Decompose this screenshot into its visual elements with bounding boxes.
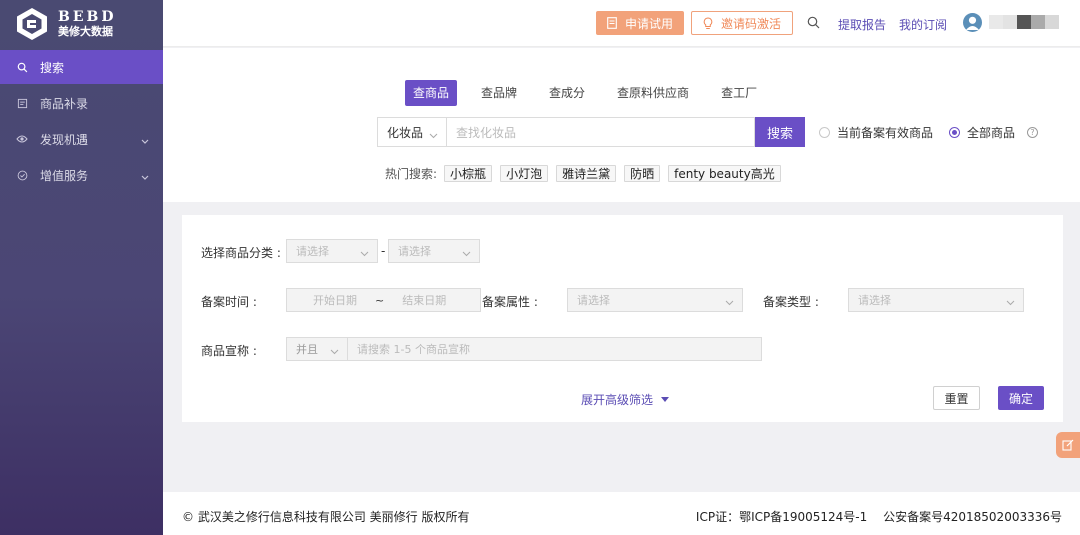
chevron-down-icon: [725, 296, 734, 309]
brand-title: BEBD: [58, 8, 117, 25]
brand-subtitle: 美修大数据: [58, 24, 113, 38]
hot-tag[interactable]: fenty beauty高光: [668, 165, 781, 182]
chevron-down-icon: [330, 345, 339, 358]
logo-icon: [16, 7, 48, 41]
footer: © 武汉美之修行信息科技有限公司 美丽修行 版权所有 ICP证：鄂ICP备190…: [163, 492, 1080, 535]
tab-suppliers[interactable]: 查原料供应商: [609, 80, 697, 106]
my-subscription-link[interactable]: 我的订阅: [899, 16, 947, 33]
eye-icon: [16, 133, 28, 145]
date-range-picker[interactable]: 开始日期 ~ 结束日期: [286, 288, 481, 312]
claim-logic-select[interactable]: 并且: [286, 337, 348, 361]
reset-button[interactable]: 重置: [933, 386, 980, 410]
sidebar-item-label: 商品补录: [40, 96, 89, 111]
chevron-down-icon: [1006, 296, 1015, 309]
search-button[interactable]: 搜索: [755, 117, 805, 147]
record-attr-label: 备案属性 :: [482, 295, 538, 309]
sidebar-item-label: 增值服务: [40, 168, 89, 183]
tab-factories[interactable]: 查工厂: [713, 80, 765, 106]
chevron-down-icon: [360, 247, 369, 260]
sidebar-item-label: 发现机遇: [40, 132, 89, 147]
search-panel: 查商品 查品牌 查成分 查原料供应商 查工厂 化妆品 查找化妆品 搜索 当前备案…: [163, 48, 1080, 202]
extract-report-link[interactable]: 提取报告: [838, 16, 886, 33]
scope-radio-group: 当前备案有效商品 全部商品 ?: [813, 124, 1039, 141]
search-input[interactable]: 查找化妆品: [446, 117, 755, 147]
expand-advanced-filter[interactable]: 展开高级筛选: [581, 391, 670, 408]
tab-ingredients[interactable]: 查成分: [541, 80, 593, 106]
document-icon: [16, 97, 28, 109]
chevron-down-icon: [141, 134, 149, 148]
record-time-label: 备案时间 :: [201, 295, 257, 309]
hot-tag[interactable]: 雅诗兰黛: [556, 165, 617, 182]
logo[interactable]: BEBD 美修大数据: [0, 0, 163, 48]
record-attr-select[interactable]: 请选择: [567, 288, 743, 312]
radio-all-products[interactable]: 全部商品: [949, 124, 1015, 141]
radio-valid-products[interactable]: 当前备案有效商品: [819, 124, 933, 141]
police-record-link[interactable]: 公安备案号42018502003336号: [883, 510, 1062, 524]
start-date-input[interactable]: 开始日期: [313, 292, 357, 308]
sidebar: BEBD 美修大数据 搜索 商品补录 发现机遇 增值服务: [0, 0, 163, 535]
document-icon: [607, 17, 617, 29]
category-level1-select[interactable]: 请选择: [286, 239, 378, 263]
sidebar-item-label: 搜索: [40, 60, 65, 75]
sidebar-item-value-added[interactable]: 增值服务: [0, 158, 163, 192]
confirm-button[interactable]: 确定: [998, 386, 1044, 410]
search-icon[interactable]: [807, 16, 820, 32]
hot-tag[interactable]: 小棕瓶: [444, 165, 493, 182]
search-tabs: 查商品 查品牌 查成分 查原料供应商 查工厂: [405, 80, 781, 106]
sidebar-item-search[interactable]: 搜索: [0, 50, 163, 84]
caret-down-icon: [661, 397, 670, 402]
end-date-input[interactable]: 结束日期: [402, 292, 446, 308]
hot-search-label: 热门搜索:: [385, 167, 438, 181]
hot-tag[interactable]: 小灯泡: [500, 165, 549, 182]
icp-link[interactable]: ICP证：鄂ICP备19005124号-1: [696, 510, 867, 524]
tab-products[interactable]: 查商品: [405, 80, 458, 106]
sidebar-item-opportunity[interactable]: 发现机遇: [0, 122, 163, 156]
search-icon: [16, 61, 28, 73]
sidebar-item-supplement[interactable]: 商品补录: [0, 86, 163, 120]
claim-search-input[interactable]: 请搜索 1-5 个商品宣称: [347, 337, 762, 361]
lightbulb-icon: [703, 16, 713, 29]
avatar[interactable]: [963, 13, 982, 32]
claim-label: 商品宣称 :: [201, 344, 257, 358]
username-blurred: [989, 15, 1059, 29]
category-level2-select[interactable]: 请选择: [388, 239, 480, 263]
copyright-text: © 武汉美之修行信息科技有限公司 美丽修行 版权所有: [182, 510, 470, 524]
chevron-down-icon: [141, 170, 149, 184]
edit-icon: [1062, 439, 1074, 451]
category-filter-label: 选择商品分类 :: [201, 246, 281, 260]
chevron-down-icon: [462, 247, 471, 260]
invite-code-button[interactable]: 邀请码激活: [691, 11, 793, 35]
chevron-down-icon: [429, 128, 438, 142]
hot-tag[interactable]: 防晒: [624, 165, 661, 182]
hot-search-row: 热门搜索: 小棕瓶 小灯泡 雅诗兰黛 防晒 fenty beauty高光: [385, 165, 789, 182]
check-circle-icon: [16, 169, 28, 181]
category-select[interactable]: 化妆品: [377, 117, 446, 147]
filter-panel: 选择商品分类 : 请选择 - 请选择 备案时间 : 开始日期 ~ 结束日期 备案…: [182, 215, 1063, 422]
apply-trial-button[interactable]: 申请试用: [596, 11, 684, 35]
record-type-select[interactable]: 请选择: [848, 288, 1024, 312]
tab-brands[interactable]: 查品牌: [473, 80, 525, 106]
feedback-float-button[interactable]: [1056, 432, 1080, 458]
record-type-label: 备案类型 :: [763, 295, 819, 309]
help-icon[interactable]: ?: [1027, 126, 1039, 138]
top-header: 申请试用 邀请码激活 提取报告 我的订阅: [163, 0, 1080, 47]
